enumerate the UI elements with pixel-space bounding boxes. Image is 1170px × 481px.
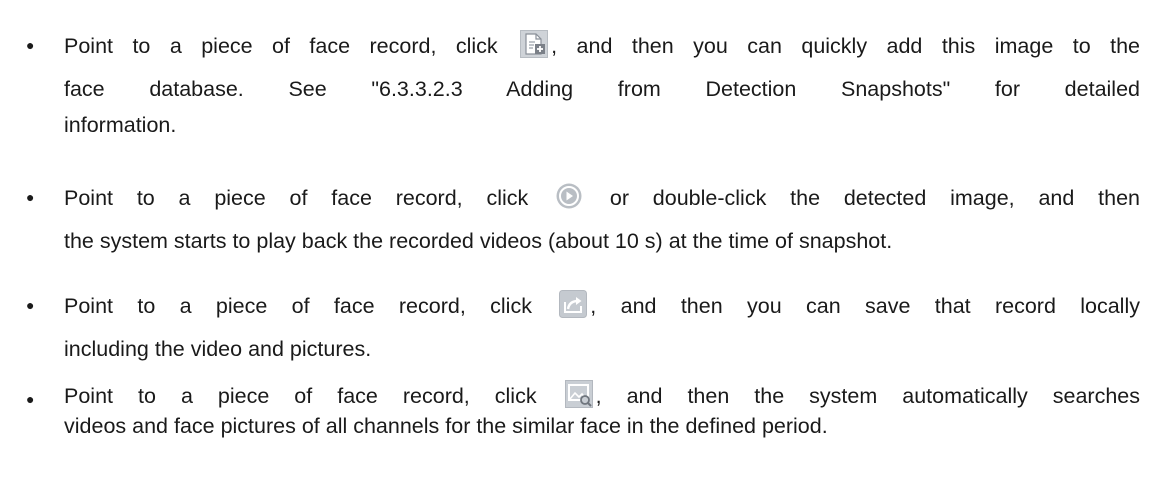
text-line: Point to a piece of face record, click ,… bbox=[64, 25, 1140, 68]
text-run: , and then the system automatically sear… bbox=[595, 384, 1140, 408]
bullet-marker: ● bbox=[26, 37, 35, 53]
text-line: videos and face pictures of all channels… bbox=[64, 414, 828, 438]
export-icon bbox=[559, 290, 588, 318]
list-item-text: Point to a piece of face record, click ,… bbox=[64, 380, 1140, 441]
text-line: Point to a piece of face record, click o… bbox=[64, 177, 1140, 220]
list-item-text: Point to a piece of face record, click o… bbox=[64, 177, 1140, 263]
text-run: , and then you can quickly add this imag… bbox=[551, 34, 1140, 58]
text-run: Point to a piece of face record, click bbox=[64, 34, 518, 58]
text-run: or double-click the detected image, and … bbox=[586, 186, 1140, 210]
text-run: Point to a piece of face record, click bbox=[64, 384, 562, 408]
play-icon bbox=[555, 182, 583, 210]
text-line: information. bbox=[64, 113, 177, 137]
text-line: Point to a piece of face record, click ,… bbox=[64, 285, 1140, 328]
text-run: , and then you can save that record loca… bbox=[590, 294, 1140, 318]
list-item-text: Point to a piece of face record, click ,… bbox=[64, 25, 1140, 139]
text-run: Point to a piece of face record, click bbox=[64, 294, 557, 318]
search-by-image-icon bbox=[564, 380, 593, 408]
document-page: ● Point to a piece of face record, click… bbox=[0, 0, 1170, 481]
text-line: including the video and pictures. bbox=[64, 337, 372, 361]
add-to-database-icon bbox=[520, 30, 549, 58]
bullet-marker: ● bbox=[26, 189, 35, 205]
bullet-marker: ● bbox=[26, 297, 35, 313]
text-line: the system starts to play back the recor… bbox=[64, 229, 893, 253]
text-line: Point to a piece of face record, click ,… bbox=[64, 380, 1140, 411]
text-line: face database. See "6.3.3.2.3 Adding fro… bbox=[64, 77, 1140, 101]
text-run: Point to a piece of face record, click bbox=[64, 186, 553, 210]
list-item-text: Point to a piece of face record, click ,… bbox=[64, 285, 1140, 371]
bullet-marker: ● bbox=[26, 391, 35, 407]
